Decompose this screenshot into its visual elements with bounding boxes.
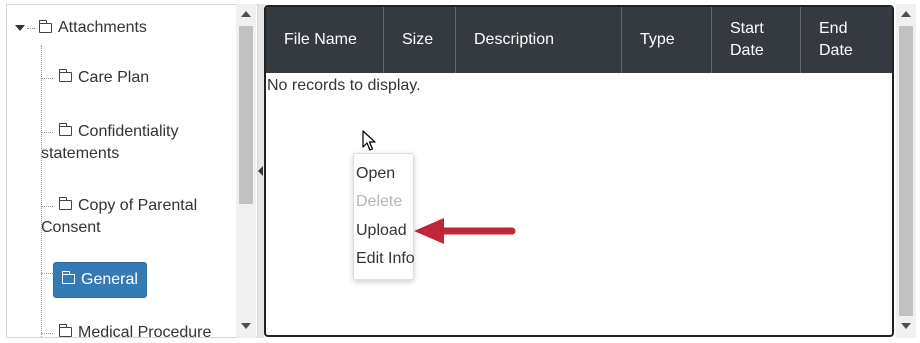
tree-root-attachments[interactable]: Attachments xyxy=(15,19,147,37)
tree-item-confidentiality-statements[interactable]: Confidentiality statements xyxy=(41,121,179,165)
tree-scrollbar-thumb[interactable] xyxy=(239,26,253,204)
tree-item-copy-of-parental-consent[interactable]: Copy of Parental Consent xyxy=(41,195,197,239)
tree-item-label-line2: statements xyxy=(41,145,120,162)
folder-tree: Attachments Care Plan Confidentiality sta… xyxy=(6,4,258,338)
tree-connector xyxy=(27,27,35,29)
expand-caret-icon[interactable] xyxy=(15,25,25,31)
folder-icon xyxy=(58,197,72,210)
tree-connector xyxy=(41,78,53,79)
tree-item-care-plan[interactable]: Care Plan xyxy=(41,67,149,89)
column-header-size[interactable]: Size xyxy=(384,7,456,73)
folder-icon xyxy=(58,324,72,337)
folder-icon xyxy=(61,271,75,284)
column-header-file-name[interactable]: File Name xyxy=(266,7,384,73)
tree-item-label: Confidentiality xyxy=(78,123,179,140)
tree-item-label: General xyxy=(81,271,138,288)
tree-scrollbar[interactable] xyxy=(236,4,256,338)
tree-root-label: Attachments xyxy=(58,19,147,36)
menu-item-edit-info[interactable]: Edit Info xyxy=(356,249,415,269)
menu-item-upload[interactable]: Upload xyxy=(356,221,407,241)
folder-icon xyxy=(38,20,52,33)
tree-connector xyxy=(41,132,53,133)
tree-connector xyxy=(41,333,53,334)
grid-scrollbar[interactable] xyxy=(896,4,916,338)
column-header-start-date[interactable]: Start Date xyxy=(712,7,801,73)
scroll-down-arrow-icon[interactable] xyxy=(901,323,911,329)
tree-item-label: Care Plan xyxy=(78,69,150,86)
folder-icon xyxy=(58,123,72,136)
menu-item-delete: Delete xyxy=(356,193,403,210)
tree-item-label: Copy of Parental xyxy=(78,197,198,214)
tree-connector xyxy=(41,206,53,207)
tree-item-label: Medical Procedure xyxy=(78,324,212,338)
tree-connector xyxy=(41,273,53,274)
annotation-arrow-icon xyxy=(414,218,516,244)
folder-icon xyxy=(58,69,72,82)
scroll-down-arrow-icon[interactable] xyxy=(241,323,251,329)
context-menu: Open Delete Upload Edit Info xyxy=(353,153,415,280)
column-header-description[interactable]: Description xyxy=(456,7,622,73)
menu-item-open[interactable]: Open xyxy=(356,164,395,184)
mouse-cursor-icon xyxy=(362,130,376,151)
tree-item-label-line2: Consent xyxy=(41,219,101,236)
tree-item-general[interactable]: General xyxy=(41,262,147,298)
grid-header: File Name Size Description Type Start Dat… xyxy=(266,7,892,73)
grid-scrollbar-thumb[interactable] xyxy=(899,26,913,316)
scroll-up-arrow-icon[interactable] xyxy=(901,11,911,17)
empty-message: No records to display. xyxy=(267,77,421,94)
tree-item-medical-procedure[interactable]: Medical Procedure xyxy=(41,322,212,338)
column-header-end-date[interactable]: End Date xyxy=(801,7,892,73)
scroll-up-arrow-icon[interactable] xyxy=(241,11,251,17)
collapse-left-arrow-icon[interactable] xyxy=(258,166,263,176)
column-header-type[interactable]: Type xyxy=(622,7,712,73)
